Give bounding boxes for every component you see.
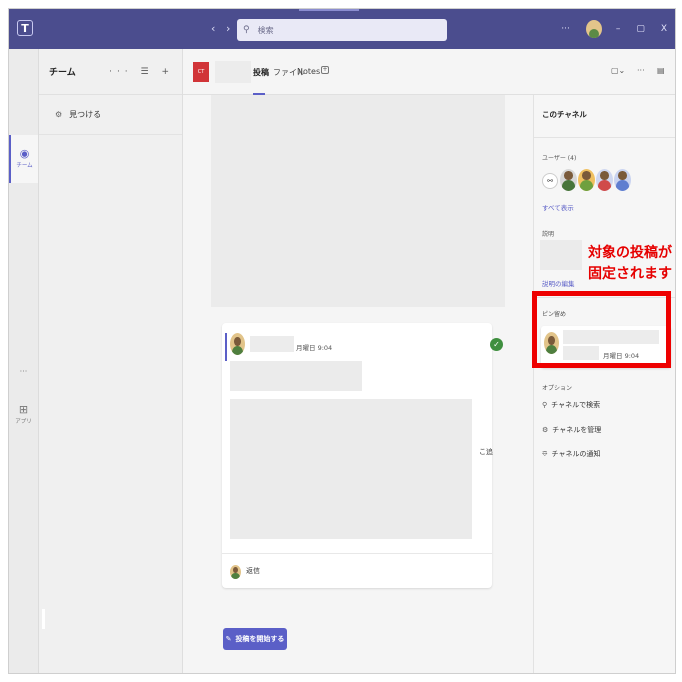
post-body-redacted (230, 399, 472, 539)
post-time: 月曜日 9:04 (296, 344, 333, 352)
teams-panel: チーム ··· ☰ + ⚙ 見つける (39, 49, 183, 673)
seen-check-icon: ✓ (490, 338, 503, 351)
channel-name-redacted (215, 61, 251, 83)
edit-description-link[interactable]: 説明の編集 (542, 278, 575, 288)
channel-info-panel: このチャネル ユーザー (4) ⚯ すべて表示 説明 説明の編集 対象の投稿が … (533, 95, 675, 673)
find-label: 見つける (69, 110, 102, 119)
member-avatar[interactable] (578, 169, 595, 191)
users-label: ユーザー (4) (542, 155, 577, 162)
panel-divider (534, 137, 675, 138)
teams-panel-actions[interactable]: ··· ☰ + (109, 67, 174, 77)
window-edge-strip (42, 609, 45, 629)
compose-icon: ✎ (225, 635, 232, 643)
annotation-line-1: 対象の投稿が (588, 245, 672, 261)
restore-button[interactable]: ▢ (636, 24, 645, 34)
teams-logo-icon: T (17, 20, 33, 36)
option-manage-channel[interactable]: ⚙ チャネルを管理 (542, 425, 601, 435)
post-author-avatar[interactable] (230, 333, 245, 355)
title-bar-controls: ··· – ▢ X (561, 9, 675, 49)
forward-button[interactable]: › (226, 22, 230, 35)
teams-panel-header: チーム ··· ☰ + (39, 49, 182, 95)
back-button[interactable]: ‹ (211, 22, 215, 35)
search-placeholder: 検索 (257, 25, 274, 35)
rail-teams-label: チーム (16, 163, 33, 169)
start-post-button[interactable]: ✎ 投稿を開始する (223, 628, 287, 650)
more-options-button[interactable]: ··· (561, 24, 570, 34)
channel-header: CT 投稿 ファイル Notes + ▢⌄ ··· ▤ (183, 49, 675, 95)
title-bar-indicator (299, 9, 359, 11)
rail-apps-label: アプリ (15, 419, 32, 425)
find-icon: ⚙ (55, 110, 63, 119)
teams-panel-title: チーム (49, 68, 76, 78)
minimize-button[interactable]: – (616, 24, 621, 34)
close-button[interactable]: X (661, 24, 667, 34)
add-tab-icon[interactable]: + (321, 66, 329, 74)
team-avatar-badge: CT (193, 62, 209, 82)
options-label: オプション (542, 385, 573, 392)
gear-icon: ⚙ (542, 426, 549, 434)
channel-info-icon[interactable]: ▤ (657, 66, 665, 75)
option-search-label: チャネルで検索 (551, 401, 601, 409)
app-rail: ◉ チーム ··· ⊞ アプリ (9, 49, 39, 673)
rail-more-button[interactable]: ··· (9, 367, 38, 376)
title-bar: T ‹ › ⚲ 検索 ··· – ▢ X (9, 9, 675, 49)
post-author-redacted (250, 336, 294, 352)
panel-title: このチャネル (542, 110, 587, 119)
teams-icon: ◉ (19, 147, 30, 160)
member-avatar[interactable] (614, 169, 631, 191)
previous-post-redacted (211, 95, 505, 307)
search-input[interactable]: ⚲ 検索 (237, 19, 447, 41)
apps-icon: ⊞ (18, 403, 29, 416)
search-icon: ⚲ (243, 25, 250, 35)
member-avatar[interactable] (560, 169, 577, 191)
find-team-item[interactable]: ⚙ 見つける (39, 95, 182, 135)
channel-more-icon[interactable]: ··· (637, 66, 645, 75)
reply-button[interactable]: 返信 (246, 566, 260, 576)
truncated-text: こ追 (479, 448, 493, 456)
pinned-highlight-box (532, 291, 671, 368)
annotation-callout: 対象の投稿が 固定されます (582, 243, 675, 285)
show-all-link[interactable]: すべて表示 (542, 202, 574, 212)
bell-icon: ⎑ (542, 450, 548, 458)
search-icon: ⚲ (542, 401, 548, 409)
member-avatar[interactable] (596, 169, 613, 191)
meet-icon[interactable]: ▢⌄ (611, 66, 625, 75)
reply-avatar (230, 565, 241, 579)
post-subject-redacted (230, 361, 362, 391)
post-footer: 返信 (222, 553, 492, 588)
option-notify-label: チャネルの通知 (551, 450, 601, 458)
annotation-line-2: 固定されます (588, 266, 672, 282)
tab-posts[interactable]: 投稿 (253, 67, 269, 78)
post-card[interactable]: 月曜日 9:04 ✓ 返信 (222, 323, 503, 588)
option-search-channel[interactable]: ⚲ チャネルで検索 (542, 400, 600, 410)
option-manage-label: チャネルを管理 (552, 426, 602, 434)
tab-notes[interactable]: Notes (297, 67, 320, 76)
posts-area: 月曜日 9:04 ✓ 返信 こ追 ✎ 投稿を開始する (183, 95, 536, 673)
description-redacted (540, 240, 582, 270)
start-post-label: 投稿を開始する (235, 635, 285, 643)
rail-item-teams[interactable]: ◉ チーム (9, 135, 38, 183)
user-avatar[interactable] (585, 20, 602, 38)
rail-item-apps[interactable]: ⊞ アプリ (9, 403, 38, 425)
description-label: 説明 (542, 231, 555, 238)
post-accent-bar (225, 333, 227, 361)
add-user-icon[interactable]: ⚯ (542, 173, 558, 189)
option-channel-notifications[interactable]: ⎑ チャネルの通知 (542, 449, 600, 459)
